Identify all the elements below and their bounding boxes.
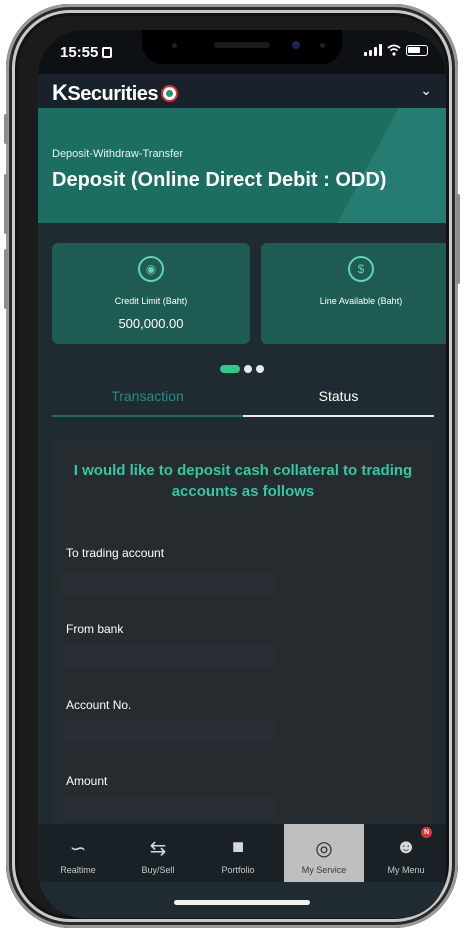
from-bank-field[interactable] <box>64 644 274 666</box>
nav-portfolio[interactable]: ■ Portfolio <box>198 824 278 882</box>
home-indicator[interactable] <box>174 900 310 905</box>
nav-my-service[interactable]: ◎ My Service <box>284 824 364 882</box>
mute-switch <box>4 114 8 144</box>
credit-limit-label: Credit Limit (Baht) <box>114 296 188 306</box>
nav-buy-sell-label: Buy/Sell <box>141 865 175 875</box>
notch <box>142 30 342 64</box>
user-menu-icon: ☻ <box>395 836 417 858</box>
volume-up-button <box>4 174 8 234</box>
credit-limit-value: 500,000.00 <box>118 316 184 331</box>
carousel-dot[interactable] <box>244 365 252 373</box>
tab-transaction[interactable]: Transaction <box>52 381 243 417</box>
new-badge: N <box>421 827 432 838</box>
carousel-dot-active[interactable] <box>220 365 240 373</box>
chevron-down-icon[interactable]: ⌄ <box>420 82 432 99</box>
status-icons <box>364 44 428 56</box>
phone-frame: 15:55 KSecurities ⌄ Deposit-Withdraw-Tra… <box>4 4 460 928</box>
banner-decoration <box>302 108 446 223</box>
trading-account-field[interactable] <box>60 574 275 596</box>
logo-k: K <box>52 80 68 105</box>
amount-field[interactable] <box>64 796 274 818</box>
carousel-indicator <box>38 360 446 378</box>
status-bar: 15:55 <box>38 30 446 74</box>
power-button <box>456 194 460 284</box>
tab-bar: Transaction Status <box>52 381 434 417</box>
tab-status[interactable]: Status <box>243 381 434 417</box>
app-header: KSecurities ⌄ <box>38 74 446 108</box>
kasikorn-logo-icon <box>161 85 178 102</box>
nav-buy-sell[interactable]: ⇆ Buy/Sell <box>118 824 198 882</box>
signal-icon <box>364 44 382 56</box>
volume-down-button <box>4 249 8 309</box>
nav-my-service-label: My Service <box>301 865 347 875</box>
credit-limit-card[interactable]: ◉ Credit Limit (Baht) 500,000.00 <box>52 243 250 344</box>
trading-account-label: To trading account <box>66 546 165 560</box>
status-time: 15:55 <box>60 44 113 61</box>
from-bank-label: From bank <box>66 622 124 636</box>
folder-icon: ■ <box>231 836 245 858</box>
deposit-form: I would like to deposit cash collateral … <box>52 436 434 836</box>
arrows-icon: ⇆ <box>149 838 167 860</box>
logo-text: Securities <box>67 83 158 105</box>
service-icon: ◎ <box>315 838 333 860</box>
page-banner: Deposit-Withdraw-Transfer Deposit (Onlin… <box>38 108 446 223</box>
tab-underline-active <box>52 415 243 417</box>
lock-screen-icon <box>102 47 113 58</box>
account-no-field[interactable] <box>64 720 274 742</box>
wifi-icon <box>387 44 401 56</box>
nav-portfolio-label: Portfolio <box>221 865 255 875</box>
line-available-card[interactable]: $ Line Available (Baht) <box>261 243 446 344</box>
carousel-dot[interactable] <box>256 365 264 373</box>
ksecurities-logo[interactable]: KSecurities <box>52 80 178 106</box>
account-no-label: Account No. <box>66 698 132 712</box>
nav-my-menu[interactable]: ☻ N My Menu <box>366 824 446 882</box>
nav-realtime[interactable]: ∽ Realtime <box>38 824 118 882</box>
bottom-nav: ∽ Realtime ⇆ Buy/Sell ■ Portfolio ◎ My S… <box>38 824 446 882</box>
page-title: Deposit (Online Direct Debit : ODD) <box>52 169 387 191</box>
sensor-dot <box>320 43 325 48</box>
tab-underline <box>243 415 434 417</box>
nav-my-menu-label: My Menu <box>387 865 425 875</box>
hand-coin-icon: $ <box>348 256 374 282</box>
money-icon: ◉ <box>138 256 164 282</box>
chart-icon: ∽ <box>69 838 87 860</box>
speaker <box>214 42 270 48</box>
form-intro: I would like to deposit cash collateral … <box>73 462 413 500</box>
sensor-dot <box>172 43 177 48</box>
nav-realtime-label: Realtime <box>60 865 96 875</box>
battery-icon <box>406 45 428 56</box>
amount-label: Amount <box>66 774 108 788</box>
status-time-text: 15:55 <box>60 44 99 61</box>
camera <box>292 41 300 49</box>
screen: 15:55 KSecurities ⌄ Deposit-Withdraw-Tra… <box>38 30 446 918</box>
line-available-label: Line Available (Baht) <box>319 296 403 306</box>
breadcrumb: Deposit-Withdraw-Transfer <box>52 148 184 160</box>
